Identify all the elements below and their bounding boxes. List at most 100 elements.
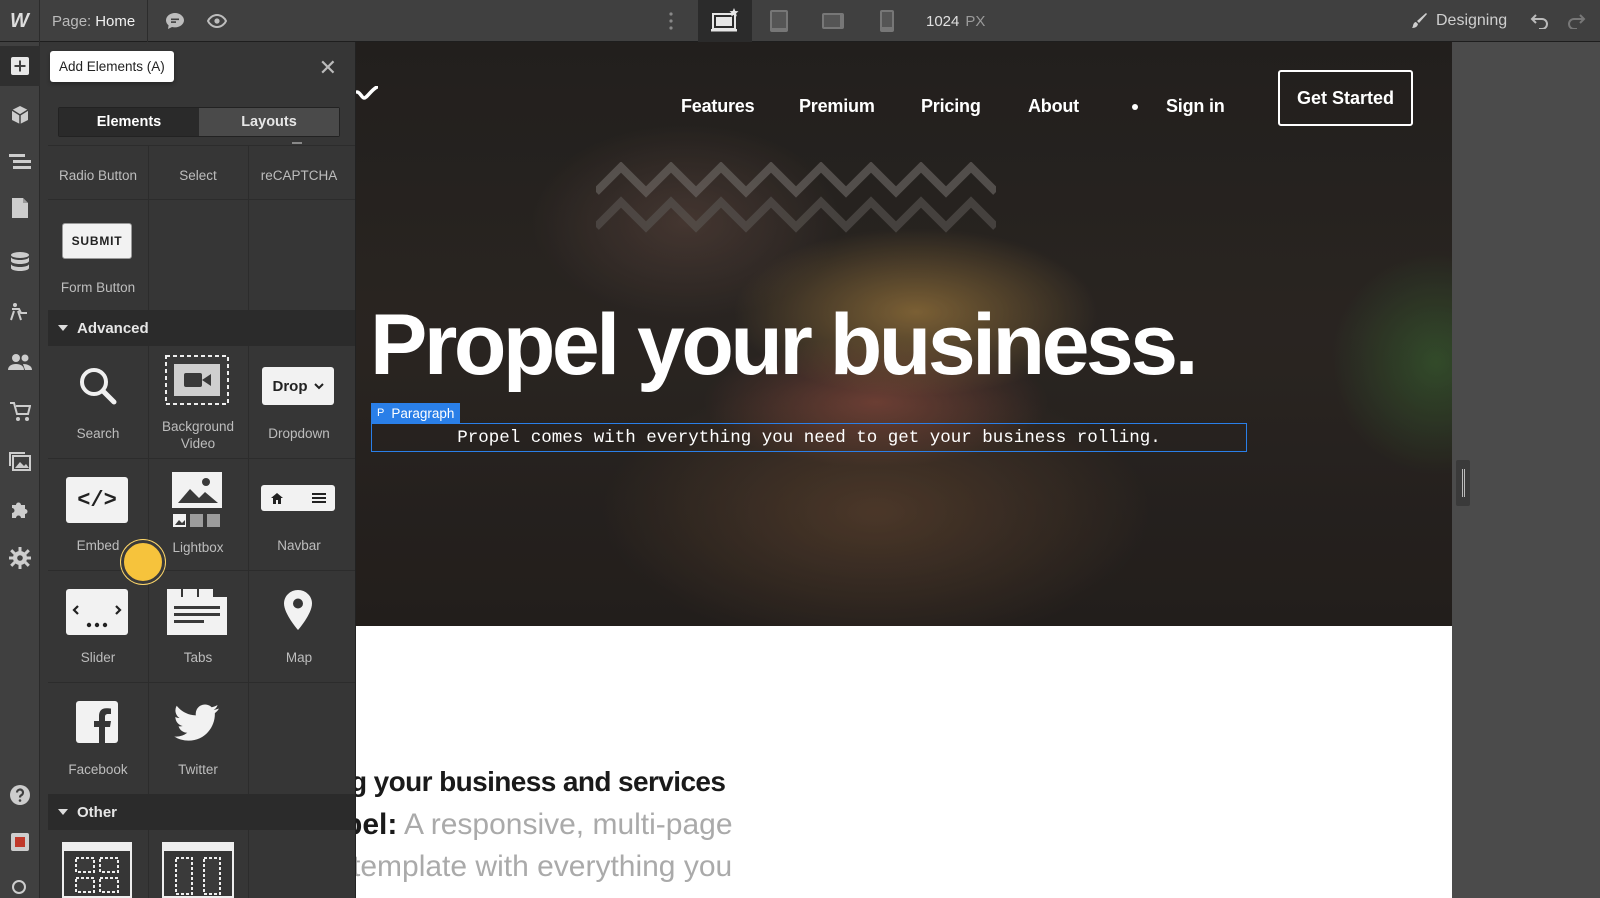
embed-code-icon: </>	[66, 477, 128, 523]
form-button-preview[interactable]: SUBMIT	[62, 223, 132, 259]
hamburger-icon	[312, 493, 326, 503]
element-search[interactable]: Search	[47, 425, 149, 442]
dropdown-preview: Drop	[262, 367, 334, 405]
page-label: Page:	[52, 12, 92, 30]
desktop-star-icon[interactable]	[698, 0, 752, 42]
grid-layout-icon[interactable]	[62, 842, 132, 898]
caret-down-icon	[58, 325, 68, 331]
mode-switcher[interactable]: Designing	[1410, 0, 1507, 42]
element-form-button[interactable]: Form Button	[47, 279, 149, 296]
section-other[interactable]: Other	[48, 794, 355, 830]
search-icon	[76, 364, 120, 408]
search-rail-icon[interactable]	[0, 868, 40, 898]
nav-link-sign-in[interactable]: Sign in	[1166, 96, 1225, 117]
get-started-button[interactable]: Get Started	[1278, 70, 1413, 126]
close-icon[interactable]: ✕	[319, 57, 337, 79]
mobile-portrait-icon[interactable]	[860, 0, 914, 42]
site-logo-icon[interactable]	[356, 86, 378, 102]
symbols-cube-icon[interactable]	[0, 95, 40, 135]
element-map[interactable]: Map	[248, 649, 350, 666]
tab-layouts[interactable]: Layouts	[199, 108, 339, 136]
section-heading[interactable]: g your business and services	[356, 766, 726, 798]
settings-gear-icon[interactable]	[0, 538, 40, 578]
nav-link-about[interactable]: About	[1028, 96, 1079, 117]
twitter-icon	[174, 703, 220, 743]
element-dropdown[interactable]: Dropdown	[248, 425, 350, 442]
history-controls	[1530, 0, 1586, 42]
caret-down-icon	[58, 809, 68, 815]
recaptcha-icon-fragment	[292, 142, 302, 144]
mobile-landscape-icon[interactable]	[806, 0, 860, 42]
columns-layout-icon[interactable]	[162, 842, 234, 898]
webflow-designer: W Page: Home 1024 PX Designing ✕ Element…	[0, 0, 1600, 898]
selected-element-label: Paragraph	[391, 405, 455, 421]
interactions-icon[interactable]	[0, 292, 40, 332]
page-selector[interactable]: Page: Home	[40, 0, 149, 42]
section-other-label: Other	[77, 803, 118, 821]
cursor-highlight	[121, 540, 165, 584]
comments-icon[interactable]	[160, 0, 190, 42]
redo-icon[interactable]	[1566, 13, 1586, 29]
site-preview[interactable]: Features Premium Pricing About Sign in G…	[356, 42, 1452, 898]
cms-database-icon[interactable]	[0, 242, 40, 282]
element-select[interactable]: Select	[147, 167, 249, 184]
selected-element-tag[interactable]: P Paragraph	[371, 403, 461, 423]
pages-icon[interactable]	[0, 188, 40, 228]
webflow-logo[interactable]: W	[0, 0, 40, 42]
section-body-bold: pel:	[356, 808, 398, 841]
section-body-text: A responsive, multi-page	[397, 808, 733, 841]
brush-icon	[1412, 13, 1427, 28]
facebook-icon	[75, 700, 119, 744]
nav-separator-dot	[1132, 104, 1138, 110]
add-elements-tooltip: Add Elements (A)	[50, 51, 174, 82]
section-advanced-label: Advanced	[77, 319, 149, 337]
hero-paragraph[interactable]: Propel comes with everything you need to…	[371, 423, 1247, 452]
section-advanced[interactable]: Advanced	[48, 310, 355, 346]
element-background-video[interactable]: Background Video	[147, 418, 249, 452]
map-pin-icon	[282, 588, 314, 632]
add-elements-icon[interactable]	[0, 46, 40, 86]
element-radio-button[interactable]: Radio Button	[47, 167, 149, 184]
assets-images-icon[interactable]	[0, 442, 40, 482]
element-twitter[interactable]: Twitter	[147, 761, 249, 778]
canvas-resize-handle[interactable]	[1456, 460, 1470, 506]
page-name: Home	[95, 12, 136, 30]
divider	[148, 830, 149, 898]
ecommerce-cart-icon[interactable]	[0, 392, 40, 432]
element-navbar[interactable]: Navbar	[248, 537, 350, 554]
element-facebook[interactable]: Facebook	[47, 761, 149, 778]
record-video-icon[interactable]	[0, 822, 40, 862]
hero-heading[interactable]: Propel your business.	[370, 300, 1198, 390]
nav-link-pricing[interactable]: Pricing	[921, 96, 981, 117]
users-icon[interactable]	[0, 342, 40, 382]
element-slider[interactable]: Slider	[47, 649, 149, 666]
navigator-icon[interactable]	[0, 142, 40, 182]
panel-tabs: Elements Layouts	[58, 107, 340, 137]
left-toolbar	[0, 42, 40, 898]
element-recaptcha[interactable]: reCAPTCHA	[248, 167, 350, 184]
background-video-icon	[164, 354, 230, 406]
hero-section[interactable]: Features Premium Pricing About Sign in G…	[356, 42, 1452, 626]
section-body-line-2[interactable]: template with everything you	[356, 850, 732, 884]
canvas-width-readout[interactable]: 1024 PX	[926, 0, 985, 42]
help-icon[interactable]	[0, 775, 40, 815]
paragraph-type-icon: P	[377, 407, 385, 419]
element-tabs[interactable]: Tabs	[147, 649, 249, 666]
divider	[48, 199, 355, 200]
nav-link-features[interactable]: Features	[681, 96, 755, 117]
tablet-icon[interactable]	[752, 0, 806, 42]
apps-puzzle-icon[interactable]	[0, 490, 40, 530]
top-bar: W Page: Home 1024 PX Designing	[0, 0, 1600, 42]
section-body-line-1[interactable]: pel: A responsive, multi-page	[356, 808, 733, 842]
chevron-down-icon	[313, 382, 324, 389]
add-elements-panel: ✕ Elements Layouts Radio Button Select r…	[40, 42, 356, 898]
dropdown-preview-label: Drop	[272, 377, 308, 395]
undo-icon[interactable]	[1530, 13, 1550, 29]
preview-eye-icon[interactable]	[202, 0, 232, 42]
divider	[48, 458, 355, 459]
canvas-width-unit: PX	[965, 12, 986, 30]
nav-link-premium[interactable]: Premium	[799, 96, 875, 117]
tab-elements[interactable]: Elements	[59, 108, 199, 136]
more-vertical-icon[interactable]	[664, 0, 678, 42]
divider	[48, 682, 355, 683]
